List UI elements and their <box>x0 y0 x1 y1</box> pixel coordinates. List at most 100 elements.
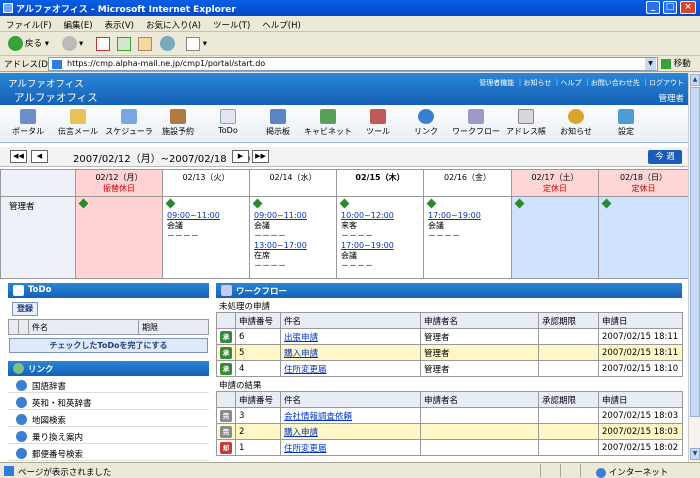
cabinet-icon <box>320 109 336 124</box>
day-header[interactable]: 02/14（水） <box>249 169 337 197</box>
prev-day-button[interactable]: ◀ <box>31 150 48 163</box>
schedule-entry-link[interactable]: 17:00~19:00 <box>428 211 481 220</box>
schedule-date-bar: ◀◀ ◀ 2007/02/12（月）~2007/02/18（日） ▶ ▶▶ 今 … <box>0 147 688 167</box>
address-dropdown-icon[interactable]: ▼ <box>645 58 656 70</box>
day-header-today[interactable]: 02/15（木） <box>336 169 424 197</box>
workflow-subject-link[interactable]: 購入申請 <box>284 349 318 359</box>
scroll-up-icon[interactable]: ▲ <box>690 74 700 86</box>
nav-links[interactable]: リンク <box>398 109 454 137</box>
schedule-entry-link[interactable]: 09:00~11:00 <box>167 211 220 220</box>
address-bar: アドレス(D) https://cmp.alpha-mail.ne.jp/cmp… <box>0 56 700 72</box>
day-cell[interactable]: 09:00~11:00 会議 －－－－ <box>162 196 250 279</box>
day-cell[interactable]: 09:00~11:00 会議 －－－－ 13:00~17:00 在席 －－－－ <box>249 196 337 279</box>
pencil-icon[interactable] <box>165 198 176 209</box>
favorites-button[interactable] <box>160 35 177 53</box>
col-no: 申請番号 <box>235 391 281 408</box>
day-cell[interactable] <box>75 196 163 279</box>
nav-message[interactable]: 伝言メール <box>50 109 106 137</box>
address-input[interactable]: https://cmp.alpha-mail.ne.jp/cmp1/portal… <box>48 57 658 71</box>
schedule-entry-link[interactable]: 17:00~19:00 <box>341 241 394 250</box>
workflow-icon <box>221 285 232 296</box>
vertical-scrollbar[interactable]: ▲ ▼ <box>688 73 700 462</box>
todo-complete-button[interactable]: チェックしたToDoを完了にする <box>9 338 208 353</box>
pencil-icon[interactable] <box>252 198 263 209</box>
edit-button[interactable]: ▾ <box>186 35 207 53</box>
day-cell[interactable] <box>598 196 688 279</box>
next-day-button[interactable]: ▶ <box>232 150 249 163</box>
pencil-icon[interactable] <box>514 198 525 209</box>
pending-row: 承 5 購入申請 管理者 2007/02/15 18:11 <box>216 344 683 361</box>
result-row: 完 2 購入申請 2007/02/15 18:03 <box>216 423 683 440</box>
workflow-subject-link[interactable]: 会社情報調査依頼 <box>284 412 352 422</box>
link-item[interactable]: 乗り換え案内 <box>8 428 209 444</box>
day-header[interactable]: 02/17（土） 定休日 <box>511 169 599 197</box>
nav-workflow[interactable]: ワークフロー <box>448 109 504 137</box>
day-cell[interactable]: 10:00~12:00 来客 －－－－ 17:00~19:00 会議 －－－－ <box>336 196 424 279</box>
col-applicant: 申請者名 <box>420 312 539 329</box>
forward-button[interactable]: ▾ <box>62 35 83 53</box>
minimize-button[interactable]: _ <box>646 1 660 14</box>
ie-icon <box>3 3 13 13</box>
nav-facility[interactable]: 施設予約 <box>150 109 206 137</box>
menu-edit[interactable]: 編集(E) <box>58 16 99 31</box>
day-header[interactable]: 02/12（月） 振替休日 <box>75 169 163 197</box>
calendar-header-row: 02/12（月） 振替休日 02/13（火） 02/14（水） 02/15（木） … <box>0 169 688 197</box>
member-name: 管理者 <box>0 196 76 279</box>
link-item[interactable]: 郵便番号検索 <box>8 445 209 461</box>
day-cell[interactable]: 17:00~19:00 会議 －－－－ <box>423 196 512 279</box>
menu-bar: ファイル(F) 編集(E) 表示(V) お気に入り(A) ツール(T) ヘルプ(H) <box>0 16 700 32</box>
header-links[interactable]: 管理者機能 ｜お知らせ ｜ヘルプ ｜お問い合わせ先 ｜ログアウト <box>479 78 684 88</box>
refresh-button[interactable] <box>117 35 131 53</box>
close-button[interactable]: × <box>680 1 696 14</box>
nav-scheduler[interactable]: スケジューラ <box>101 109 157 137</box>
pencil-icon[interactable] <box>426 198 437 209</box>
portal-header: アルファオフィス アルファオフィス 管理者機能 ｜お知らせ ｜ヘルプ ｜お問い合… <box>0 73 688 105</box>
workflow-subject-link[interactable]: 出張申請 <box>284 333 318 343</box>
menu-help[interactable]: ヘルプ(H) <box>256 16 307 31</box>
nav-settings[interactable]: 設定 <box>598 109 654 137</box>
nav-notice[interactable]: お知らせ <box>548 109 604 137</box>
nav-board[interactable]: 掲示板 <box>250 109 306 137</box>
schedule-entry-link[interactable]: 10:00~12:00 <box>341 211 394 220</box>
nav-portal[interactable]: ポータル <box>0 109 56 137</box>
day-header[interactable]: 02/18（日） 定休日 <box>598 169 688 197</box>
portal-icon <box>20 109 36 124</box>
board-icon <box>270 109 286 124</box>
nav-cabinet[interactable]: キャビネット <box>300 109 356 137</box>
home-button[interactable] <box>138 35 152 53</box>
col-limit: 承認期限 <box>538 391 599 408</box>
day-cell[interactable] <box>511 196 599 279</box>
nav-todo[interactable]: ToDo <box>200 109 256 135</box>
scroll-down-icon[interactable]: ▼ <box>690 448 700 460</box>
workflow-subject-link[interactable]: 購入申請 <box>284 428 318 438</box>
next-week-button[interactable]: ▶▶ <box>252 150 269 163</box>
workflow-subject-link[interactable]: 住所変更届 <box>284 444 327 454</box>
workflow-subject-link[interactable]: 住所変更届 <box>284 365 327 375</box>
link-item[interactable]: 国語辞書 <box>8 377 209 393</box>
todo-register-button[interactable]: 登録 <box>12 302 38 316</box>
link-item[interactable]: 地図検索 <box>8 411 209 427</box>
pencil-icon[interactable] <box>601 198 612 209</box>
col-no: 申請番号 <box>235 312 281 329</box>
this-week-button[interactable]: 今 週 <box>648 150 682 164</box>
prev-week-button[interactable]: ◀◀ <box>10 150 27 163</box>
link-item[interactable]: 英和・和英辞書 <box>8 394 209 410</box>
schedule-entry-link[interactable]: 09:00~11:00 <box>254 211 307 220</box>
maximize-button[interactable]: □ <box>663 1 677 14</box>
pencil-icon[interactable] <box>339 198 350 209</box>
scroll-thumb[interactable] <box>690 87 700 417</box>
link-globe-icon <box>16 380 27 391</box>
menu-favorites[interactable]: お気に入り(A) <box>140 16 207 31</box>
pencil-icon[interactable] <box>78 198 89 209</box>
back-button[interactable]: 戻る ▾ <box>8 35 49 53</box>
stop-button[interactable] <box>96 35 110 53</box>
schedule-entry-link[interactable]: 13:00~17:00 <box>254 241 307 250</box>
menu-view[interactable]: 表示(V) <box>99 16 140 31</box>
day-header[interactable]: 02/13（火） <box>162 169 250 197</box>
menu-tools[interactable]: ツール(T) <box>207 16 256 31</box>
go-button[interactable]: 移動 <box>661 57 691 69</box>
todo-col-due: 期限 <box>138 319 209 335</box>
menu-file[interactable]: ファイル(F) <box>0 16 58 31</box>
day-header[interactable]: 02/16（金） <box>423 169 512 197</box>
nav-addressbook[interactable]: アドレス帳 <box>498 109 554 137</box>
